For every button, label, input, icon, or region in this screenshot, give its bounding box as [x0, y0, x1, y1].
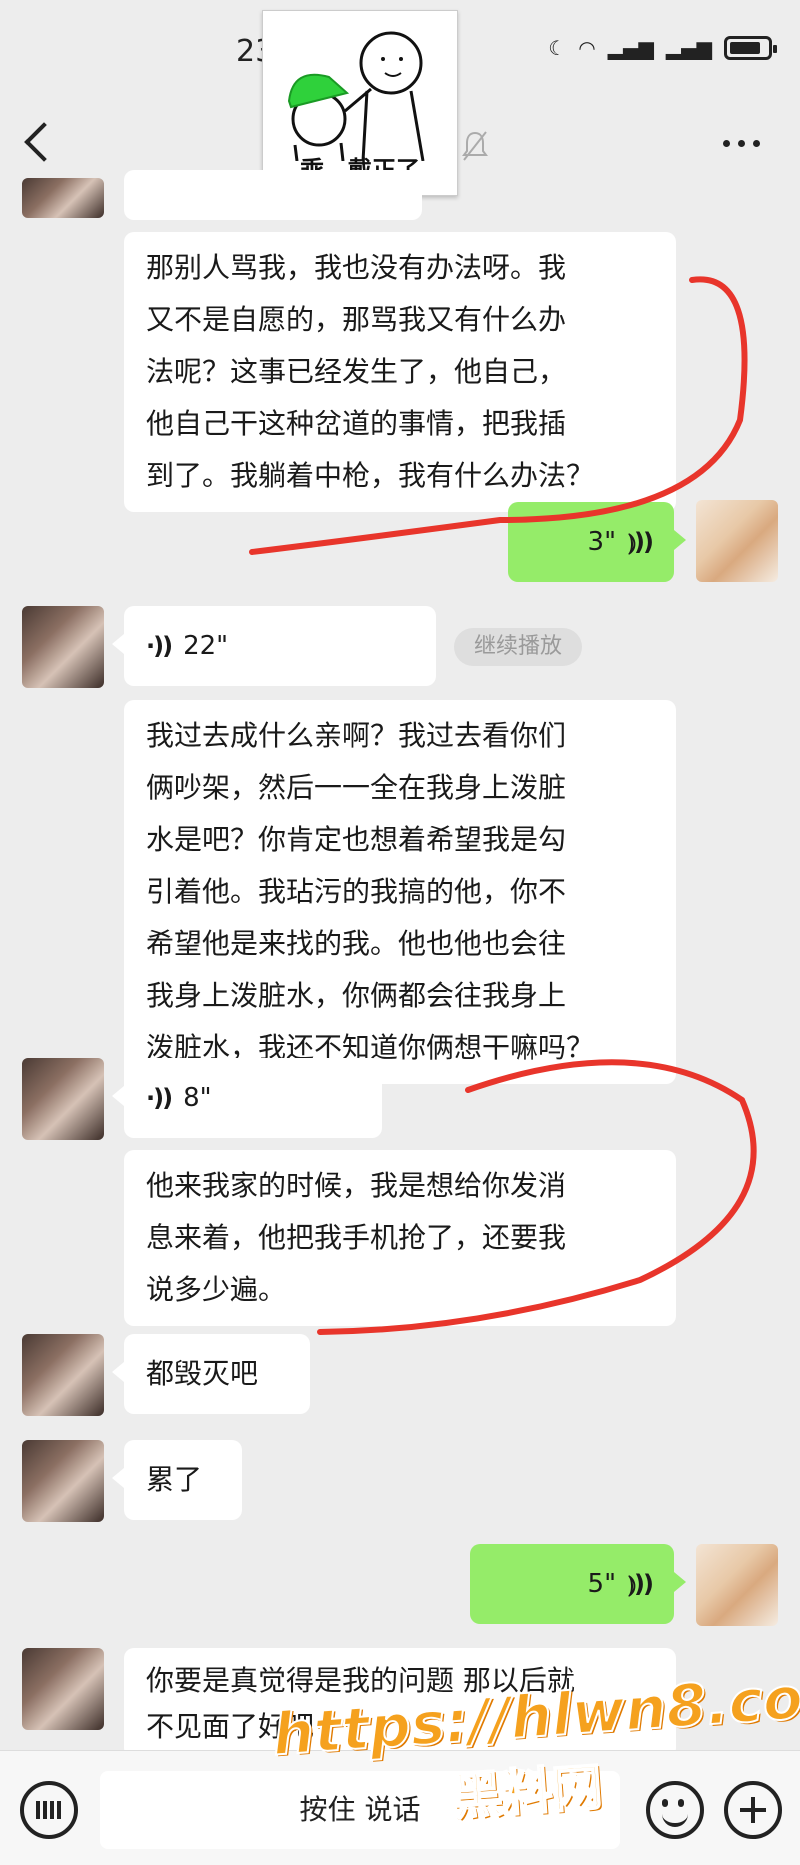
more-options-icon[interactable]: [723, 140, 760, 147]
voice-wave-icon: ·)): [146, 632, 173, 660]
message-line: 法呢？这事已经发生了，他自己，: [146, 355, 567, 388]
message-line: 说多少遍。: [146, 1273, 287, 1306]
voice-wave-icon: ·)): [146, 1084, 173, 1112]
contact-avatar[interactable]: [22, 1440, 104, 1522]
voice-duration: 5": [587, 1569, 617, 1599]
self-avatar[interactable]: [696, 500, 778, 582]
mute-bell-icon: [462, 131, 488, 161]
message-bubble[interactable]: 我过去成什么亲啊？我过去看你们 俩吵架，然后一一全在我身上泼脏 水是吧？你肯定也…: [124, 700, 676, 1084]
message-bubble-partial: [124, 170, 422, 220]
voice-message[interactable]: ·)) 22": [112, 606, 436, 686]
signal-4g-icon: ▂▄▆: [607, 36, 654, 60]
contact-avatar[interactable]: [22, 606, 104, 688]
voice-duration: 3": [587, 527, 617, 557]
message-line: 引着他。我玷污的我搞的他，你不: [146, 875, 567, 908]
sticker-overlay: 乖，戴正了: [262, 10, 458, 196]
input-bar: 按住 说话: [0, 1750, 800, 1865]
message-bubble[interactable]: 累了: [112, 1440, 242, 1520]
contact-avatar[interactable]: [22, 1648, 104, 1730]
message-line: 他来我家的时候，我是想给你发消: [146, 1169, 567, 1202]
message-line: 累了: [146, 1463, 203, 1496]
watermark-name: 黑料网: [449, 1757, 605, 1827]
message-bubble[interactable]: 都毁灭吧: [112, 1334, 310, 1414]
contact-avatar[interactable]: [22, 1058, 104, 1140]
self-avatar[interactable]: [696, 1544, 778, 1626]
voice-wave-icon: ⦆)): [628, 1570, 654, 1598]
message-line: 希望他是来找的我。他也他也会往: [146, 927, 567, 960]
battery-icon: [724, 36, 777, 60]
signal-4g-icon: ▂▄▆: [665, 36, 712, 60]
contact-avatar[interactable]: [22, 178, 104, 218]
message-line: 又不是自愿的，那骂我又有什么办: [146, 303, 567, 336]
status-icons: ☾ ◠ ▂▄▆ ▂▄▆: [548, 36, 777, 60]
moon-icon: ☾: [548, 36, 567, 60]
contact-avatar[interactable]: [22, 1334, 104, 1416]
sticker-drawing-icon: [287, 31, 425, 162]
message-line: 我身上泼脏水，你俩都会往我身上: [146, 979, 567, 1012]
voice-message[interactable]: ·)) 8": [112, 1058, 382, 1138]
voice-message-self[interactable]: 5" ⦆)): [470, 1544, 686, 1624]
message-bubble[interactable]: 那别人骂我，我也没有办法呀。我 又不是自愿的，那骂我又有什么办 法呢？这事已经发…: [124, 232, 676, 512]
message-line: 到了。我躺着中枪，我有什么办法？: [146, 459, 595, 492]
message-line: 水是吧？你肯定也想着希望我是勾: [146, 823, 567, 856]
voice-duration: 22": [183, 631, 229, 661]
voice-wave-icon: ⦆)): [628, 528, 654, 556]
message-line: 那别人骂我，我也没有办法呀。我: [146, 251, 567, 284]
message-line: 息来着，他把我手机抢了，还要我: [146, 1221, 567, 1254]
wifi-icon: ◠: [578, 36, 596, 60]
voice-message-self[interactable]: 3" ⦆)): [508, 502, 686, 582]
message-bubble[interactable]: 他来我家的时候，我是想给你发消 息来着，他把我手机抢了，还要我 说多少遍。: [124, 1150, 676, 1326]
message-line: 他自己干这种岔道的事情，把我插: [146, 407, 567, 440]
emoji-icon[interactable]: [646, 1781, 704, 1839]
back-icon[interactable]: [24, 122, 64, 162]
voice-duration: 8": [183, 1083, 212, 1113]
plus-icon[interactable]: [724, 1781, 782, 1839]
continue-playing-badge[interactable]: 继续播放: [454, 628, 582, 666]
message-line: 都毁灭吧: [146, 1357, 259, 1390]
keyboard-icon[interactable]: [20, 1781, 78, 1839]
message-line: 俩吵架，然后一一全在我身上泼脏: [146, 771, 567, 804]
message-line: 我过去成什么亲啊？我过去看你们: [146, 719, 567, 752]
